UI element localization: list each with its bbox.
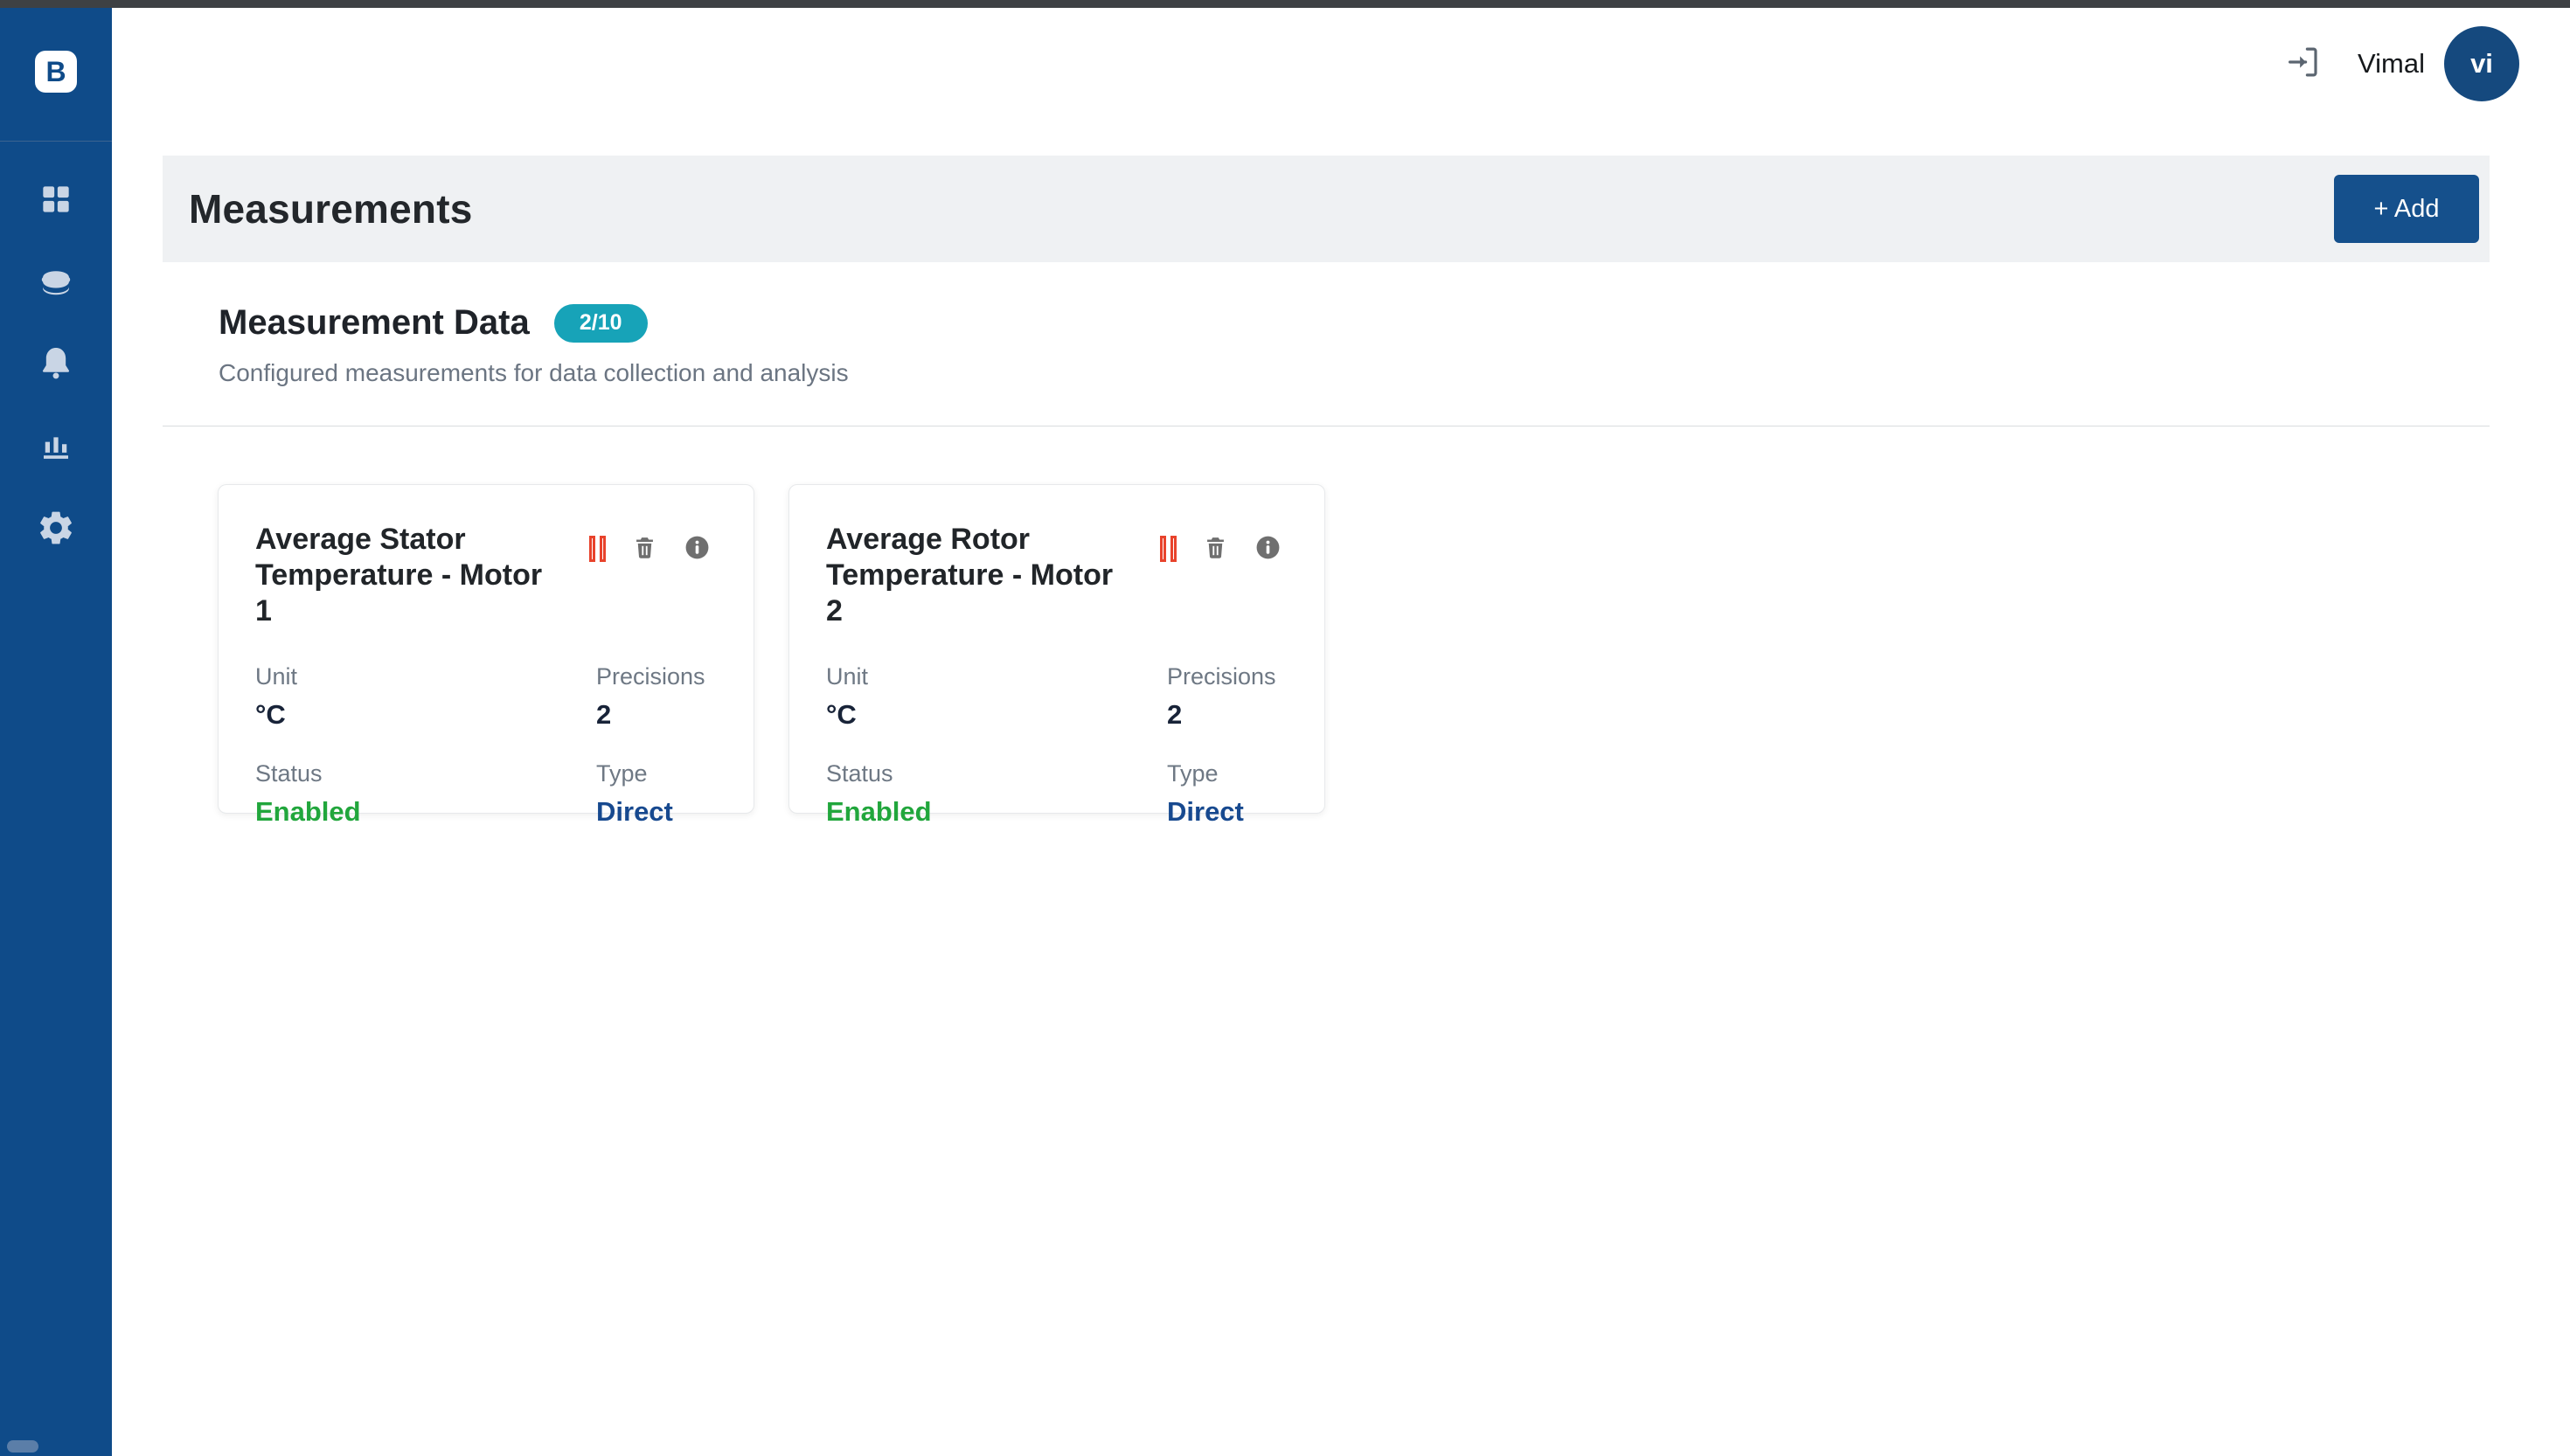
field-precisions: Precisions 2 — [596, 663, 717, 731]
section-title: Measurement Data — [219, 303, 530, 343]
sidebar-item-measurements[interactable] — [28, 425, 84, 467]
info-button[interactable] — [684, 534, 711, 564]
field-label: Precisions — [1167, 663, 1288, 690]
section-header: Measurement Data 2/10 — [163, 262, 2490, 343]
field-label: Precisions — [596, 663, 717, 690]
pause-icon — [589, 536, 606, 562]
type-value: Direct — [596, 796, 717, 828]
trash-icon — [632, 534, 657, 564]
scrollbar-thumb[interactable] — [7, 1440, 38, 1453]
card-list: Average Stator Temperature - Motor 1 — [163, 426, 2490, 814]
field-label: Status — [826, 760, 1167, 787]
field-label: Unit — [826, 663, 1167, 690]
sidebar: B — [0, 8, 112, 1456]
info-icon — [1254, 534, 1282, 564]
app-logo[interactable]: B — [35, 51, 77, 93]
field-unit: Unit °C — [255, 663, 596, 731]
content: Measurement Data 2/10 Configured measure… — [163, 262, 2490, 814]
field-value: °C — [255, 699, 596, 731]
pause-button[interactable] — [1160, 536, 1177, 562]
delete-button[interactable] — [1203, 534, 1228, 564]
sidebar-item-alerts[interactable] — [28, 343, 84, 385]
logout-button[interactable] — [2284, 45, 2323, 83]
field-status: Status Enabled — [255, 760, 596, 828]
section-subtitle: Configured measurements for data collect… — [163, 343, 2490, 387]
info-button[interactable] — [1254, 534, 1282, 564]
field-status: Status Enabled — [826, 760, 1167, 828]
field-precisions: Precisions 2 — [1167, 663, 1288, 731]
page-header-bar: Measurements + Add — [163, 156, 2490, 262]
page-title: Measurements — [189, 185, 473, 232]
bell-icon — [37, 344, 75, 383]
gear-icon — [36, 508, 76, 548]
topbar: Vimal vi — [112, 8, 2570, 120]
info-icon — [684, 534, 711, 564]
logout-icon — [2285, 44, 2322, 85]
main-area: Vimal vi Measurements + Add Measurement … — [112, 8, 2570, 1456]
pause-button[interactable] — [589, 536, 606, 562]
avatar[interactable]: vi — [2444, 26, 2519, 101]
field-value: °C — [826, 699, 1167, 731]
sidebar-divider — [0, 141, 112, 142]
field-type: Type Direct — [596, 760, 717, 828]
field-value: 2 — [596, 699, 717, 731]
measurement-card: Average Rotor Temperature - Motor 2 — [788, 484, 1325, 814]
pause-icon — [1160, 536, 1177, 562]
sidebar-item-settings[interactable] — [28, 507, 84, 549]
trash-icon — [1203, 534, 1228, 564]
measurement-card: Average Stator Temperature - Motor 1 — [218, 484, 754, 814]
count-badge: 2/10 — [554, 304, 648, 343]
grid-icon — [37, 180, 75, 218]
delete-button[interactable] — [632, 534, 657, 564]
window-top-strip — [0, 0, 2570, 8]
card-title: Average Rotor Temperature - Motor 2 — [826, 522, 1130, 628]
field-type: Type Direct — [1167, 760, 1288, 828]
card-title: Average Stator Temperature - Motor 1 — [255, 522, 559, 628]
database-icon — [38, 263, 74, 300]
type-value: Direct — [1167, 796, 1288, 828]
status-value: Enabled — [255, 796, 596, 828]
bar-chart-icon — [38, 427, 74, 464]
sidebar-item-data[interactable] — [28, 260, 84, 302]
sidebar-item-dashboard[interactable] — [28, 178, 84, 220]
user-name: Vimal — [2358, 48, 2425, 80]
field-label: Type — [596, 760, 717, 787]
field-label: Unit — [255, 663, 596, 690]
avatar-initials: vi — [2470, 48, 2493, 80]
field-unit: Unit °C — [826, 663, 1167, 731]
field-value: 2 — [1167, 699, 1288, 731]
status-value: Enabled — [826, 796, 1167, 828]
field-label: Status — [255, 760, 596, 787]
field-label: Type — [1167, 760, 1288, 787]
app-logo-letter: B — [45, 56, 66, 88]
add-button[interactable]: + Add — [2334, 175, 2479, 243]
